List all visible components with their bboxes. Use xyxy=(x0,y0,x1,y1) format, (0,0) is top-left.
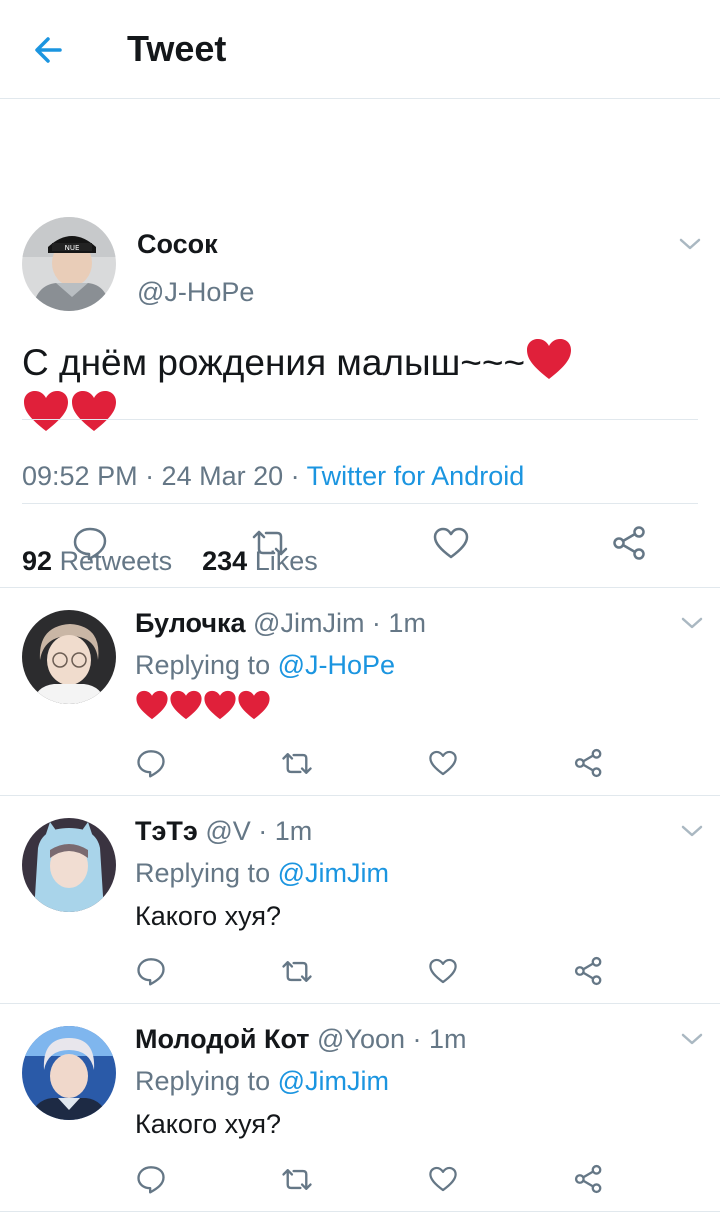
author-name[interactable]: Сосок xyxy=(137,229,218,260)
author-handle-time: @V · 1m xyxy=(205,816,313,846)
author-handle-time: @Yoon · 1m xyxy=(317,1024,467,1054)
retweet-icon[interactable] xyxy=(280,958,314,985)
like-icon[interactable] xyxy=(428,749,458,777)
tweet-text-content: С днём рождения малыш~~~ xyxy=(22,342,526,383)
share-icon[interactable] xyxy=(574,1164,604,1194)
reply-text xyxy=(135,688,271,728)
red-heart-emoji xyxy=(525,337,573,381)
avatar[interactable] xyxy=(22,1026,116,1120)
reply-header: Молодой Кот @Yoon · 1m xyxy=(135,1024,467,1055)
main-tweet: NUE Сосок @J-HoPe С днём рождения малыш~… xyxy=(0,99,720,588)
retweet-icon[interactable] xyxy=(280,750,314,777)
author-name[interactable]: ТэТэ xyxy=(135,816,198,846)
replying-to-link[interactable]: @JimJim xyxy=(278,1066,389,1096)
avatar[interactable] xyxy=(22,610,116,704)
chevron-down-icon[interactable] xyxy=(680,823,704,839)
reply-tweet[interactable]: Молодой Кот @Yoon · 1m Replying to @JimJ… xyxy=(0,1004,720,1212)
reply-icon[interactable] xyxy=(72,525,108,561)
reply-icon[interactable] xyxy=(136,956,166,986)
red-heart-emoji xyxy=(22,389,70,433)
replying-to-link[interactable]: @J-HoPe xyxy=(278,650,395,680)
author-name[interactable]: Молодой Кот xyxy=(135,1024,310,1054)
back-arrow-icon[interactable] xyxy=(30,30,70,70)
author-handle-time: @JimJim · 1m xyxy=(253,608,426,638)
retweet-icon[interactable] xyxy=(250,527,290,559)
tweet-source-link[interactable]: Twitter for Android xyxy=(307,461,525,491)
red-heart-emoji xyxy=(70,389,118,433)
replying-to: Replying to @JimJim xyxy=(135,1066,389,1096)
share-icon[interactable] xyxy=(574,956,604,986)
author-handle[interactable]: @J-HoPe xyxy=(137,277,254,308)
reply-text: Какого хуя? xyxy=(135,901,281,931)
like-icon[interactable] xyxy=(428,957,458,985)
tweet-metadata: 09:52 PM · 24 Mar 20 · Twitter for Andro… xyxy=(22,461,524,492)
svg-text:NUE: NUE xyxy=(65,244,80,252)
reply-text: Какого хуя? xyxy=(135,1109,281,1139)
red-heart-emoji xyxy=(203,689,237,721)
divider xyxy=(22,503,698,504)
red-heart-emoji xyxy=(237,689,271,721)
red-heart-emoji xyxy=(169,689,203,721)
reply-icon[interactable] xyxy=(136,748,166,778)
replying-to: Replying to @JimJim xyxy=(135,858,389,888)
chevron-down-icon[interactable] xyxy=(680,615,704,631)
red-heart-emoji xyxy=(135,689,169,721)
reply-icon[interactable] xyxy=(136,1164,166,1194)
author-name[interactable]: Булочка xyxy=(135,608,246,638)
replying-to-link[interactable]: @JimJim xyxy=(278,858,389,888)
share-icon[interactable] xyxy=(574,748,604,778)
reply-tweet[interactable]: ТэТэ @V · 1m Replying to @JimJim Какого … xyxy=(0,796,720,1004)
divider xyxy=(22,419,698,420)
replying-to: Replying to @J-HoPe xyxy=(135,650,396,680)
avatar[interactable]: NUE xyxy=(22,217,116,311)
like-icon[interactable] xyxy=(432,526,470,560)
top-bar: Tweet xyxy=(0,0,720,99)
tweet-time: 09:52 PM · 24 Mar 20 · xyxy=(22,461,307,491)
tweet-text: С днём рождения малыш~~~ xyxy=(22,337,682,441)
reply-header: Булочка @JimJim · 1m xyxy=(135,608,426,639)
chevron-down-icon[interactable] xyxy=(678,236,702,252)
reply-header: ТэТэ @V · 1m xyxy=(135,816,312,847)
share-icon[interactable] xyxy=(612,525,648,561)
avatar[interactable] xyxy=(22,818,116,912)
reply-tweet[interactable]: Булочка @JimJim · 1m Replying to @J-HoPe xyxy=(0,588,720,796)
chevron-down-icon[interactable] xyxy=(680,1031,704,1047)
retweet-icon[interactable] xyxy=(280,1166,314,1193)
page-title: Tweet xyxy=(127,28,227,69)
like-icon[interactable] xyxy=(428,1165,458,1193)
